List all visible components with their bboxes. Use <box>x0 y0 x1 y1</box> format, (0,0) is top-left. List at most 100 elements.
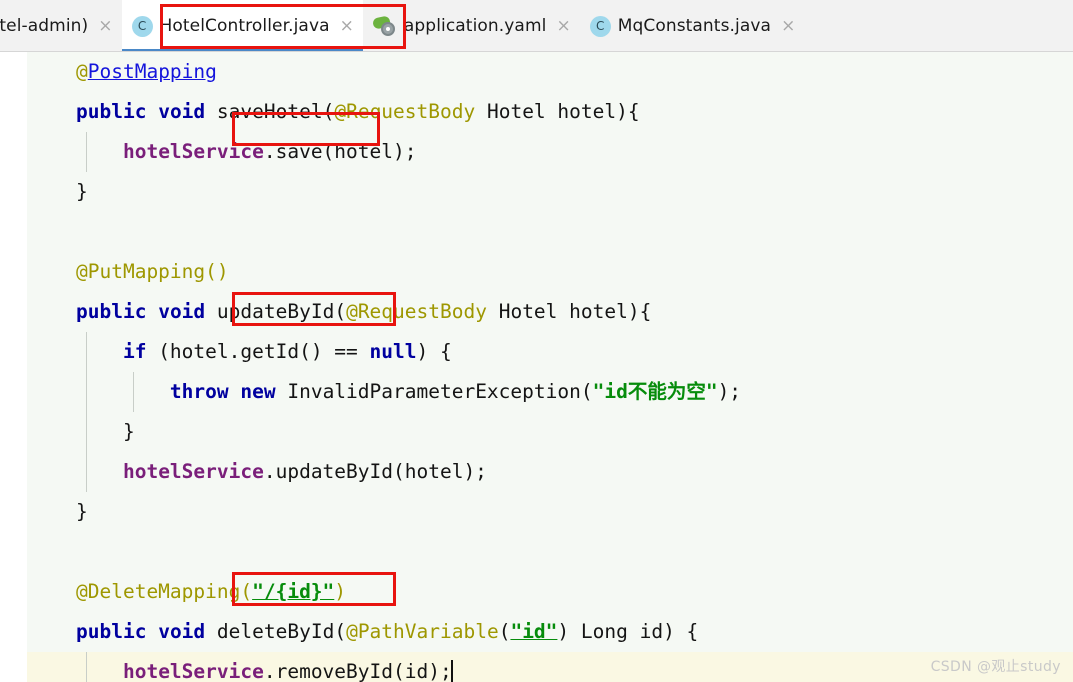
editor-tab-mqconstants-java[interactable]: C MqConstants.java × <box>580 0 805 51</box>
code-line[interactable]: } <box>27 172 1073 212</box>
code-token: hotelService <box>122 140 264 163</box>
code-editor[interactable]: @PostMapping public void saveHotel(@Reque… <box>0 52 1073 682</box>
code-token: public <box>76 620 147 643</box>
editor-tab-label: HotelController.java <box>159 16 330 36</box>
java-class-icon-letter: C <box>595 19 605 33</box>
code-token: hotelService <box>122 460 264 483</box>
code-token: void <box>158 300 206 323</box>
code-token: hotelService <box>122 660 264 682</box>
code-line[interactable]: public void updateById(@RequestBody Hote… <box>27 292 1073 332</box>
indent-guide <box>86 412 87 452</box>
code-line[interactable]: hotelService.updateById(hotel); <box>27 452 1073 492</box>
code-token: ) <box>334 580 347 603</box>
close-icon[interactable]: × <box>95 17 112 35</box>
code-line[interactable] <box>27 212 1073 252</box>
code-token: InvalidParameterException( <box>275 380 593 403</box>
code-token: (hotel.getId() == <box>146 340 370 363</box>
code-token: @RequestBody <box>334 100 476 123</box>
code-line[interactable]: hotelService.save(hotel); <box>27 132 1073 172</box>
code-token: PostMapping <box>87 60 217 83</box>
code-token: .removeById(id); <box>263 660 452 682</box>
editor-tab-application-yaml[interactable]: application.yaml × <box>363 0 580 51</box>
editor-tab-label: MqConstants.java <box>617 16 772 36</box>
code-token: @ <box>76 60 88 83</box>
indent-guide <box>86 132 87 172</box>
code-line[interactable]: @PutMapping() <box>27 252 1073 292</box>
code-token: void <box>158 100 206 123</box>
gear-icon <box>380 22 395 36</box>
code-line[interactable]: hotelService.removeById(id); <box>27 652 1073 682</box>
code-token: ( <box>334 620 347 643</box>
code-token: @DeleteMapping( <box>76 580 253 603</box>
code-token: @RequestBody <box>346 300 487 323</box>
indent-guide <box>86 372 87 412</box>
code-token: ) Long id) { <box>557 620 699 643</box>
code-token: if <box>122 340 147 363</box>
code-token: throw <box>169 380 229 403</box>
code-token: void <box>158 620 206 643</box>
code-token: null <box>369 340 417 363</box>
editor-tab-label: application.yaml <box>403 16 547 36</box>
code-token: public <box>76 300 147 323</box>
java-class-icon: C <box>131 15 153 37</box>
code-token: } <box>76 420 135 443</box>
close-icon[interactable]: × <box>337 17 354 35</box>
code-token: } <box>76 180 88 203</box>
csdn-watermark: CSDN @观止study <box>930 659 1061 675</box>
close-icon[interactable]: × <box>553 17 570 35</box>
code-token: ); <box>717 380 742 403</box>
code-token: @PathVariable <box>346 620 499 643</box>
code-token: updateById <box>216 300 335 323</box>
editor-gutter <box>0 52 27 682</box>
code-line[interactable]: public void deleteById(@PathVariable("id… <box>27 612 1073 652</box>
code-token: Hotel hotel){ <box>475 100 640 123</box>
code-token: "id不能为空" <box>592 380 718 403</box>
code-line[interactable] <box>27 532 1073 572</box>
editor-tab-label: hotel-admin) <box>0 16 89 36</box>
code-token: ( <box>322 100 335 123</box>
text-caret <box>451 660 454 682</box>
java-class-icon: C <box>589 15 611 37</box>
indent-guide <box>86 652 87 682</box>
source-code[interactable]: @PostMapping public void saveHotel(@Reque… <box>27 52 1073 682</box>
code-line[interactable]: } <box>27 412 1073 452</box>
code-line[interactable]: @DeleteMapping("/{id}") <box>27 572 1073 612</box>
spring-yaml-icon <box>371 15 397 36</box>
code-token: @PutMapping() <box>76 260 229 283</box>
indent-guide <box>86 332 87 372</box>
code-line[interactable]: } <box>27 492 1073 532</box>
code-line[interactable]: public void saveHotel(@RequestBody Hotel… <box>27 92 1073 132</box>
code-token: new <box>240 380 276 403</box>
code-token: saveHotel <box>216 100 323 123</box>
code-line[interactable]: if (hotel.getId() == null) { <box>27 332 1073 372</box>
code-token: } <box>76 500 88 523</box>
java-class-icon-letter: C <box>137 19 147 33</box>
indent-guide <box>86 452 87 492</box>
editor-tab-hotelcontroller-java[interactable]: C HotelController.java × <box>121 0 364 51</box>
code-token: ( <box>498 620 511 643</box>
code-token: ( <box>334 300 347 323</box>
code-token: .save(hotel); <box>263 140 417 163</box>
editor-tab-hotel-admin[interactable]: hotel-admin) × <box>0 0 122 51</box>
code-token: ) { <box>416 340 452 363</box>
code-token: deleteById <box>216 620 335 643</box>
code-token: Hotel hotel){ <box>486 300 652 323</box>
code-line[interactable]: throw new InvalidParameterException("id不… <box>27 372 1073 412</box>
close-icon[interactable]: × <box>778 17 795 35</box>
code-line[interactable]: @PostMapping <box>27 52 1073 92</box>
code-pane[interactable]: @PostMapping public void saveHotel(@Reque… <box>27 52 1073 682</box>
code-token: "id" <box>510 620 558 643</box>
indent-guide <box>133 372 134 412</box>
